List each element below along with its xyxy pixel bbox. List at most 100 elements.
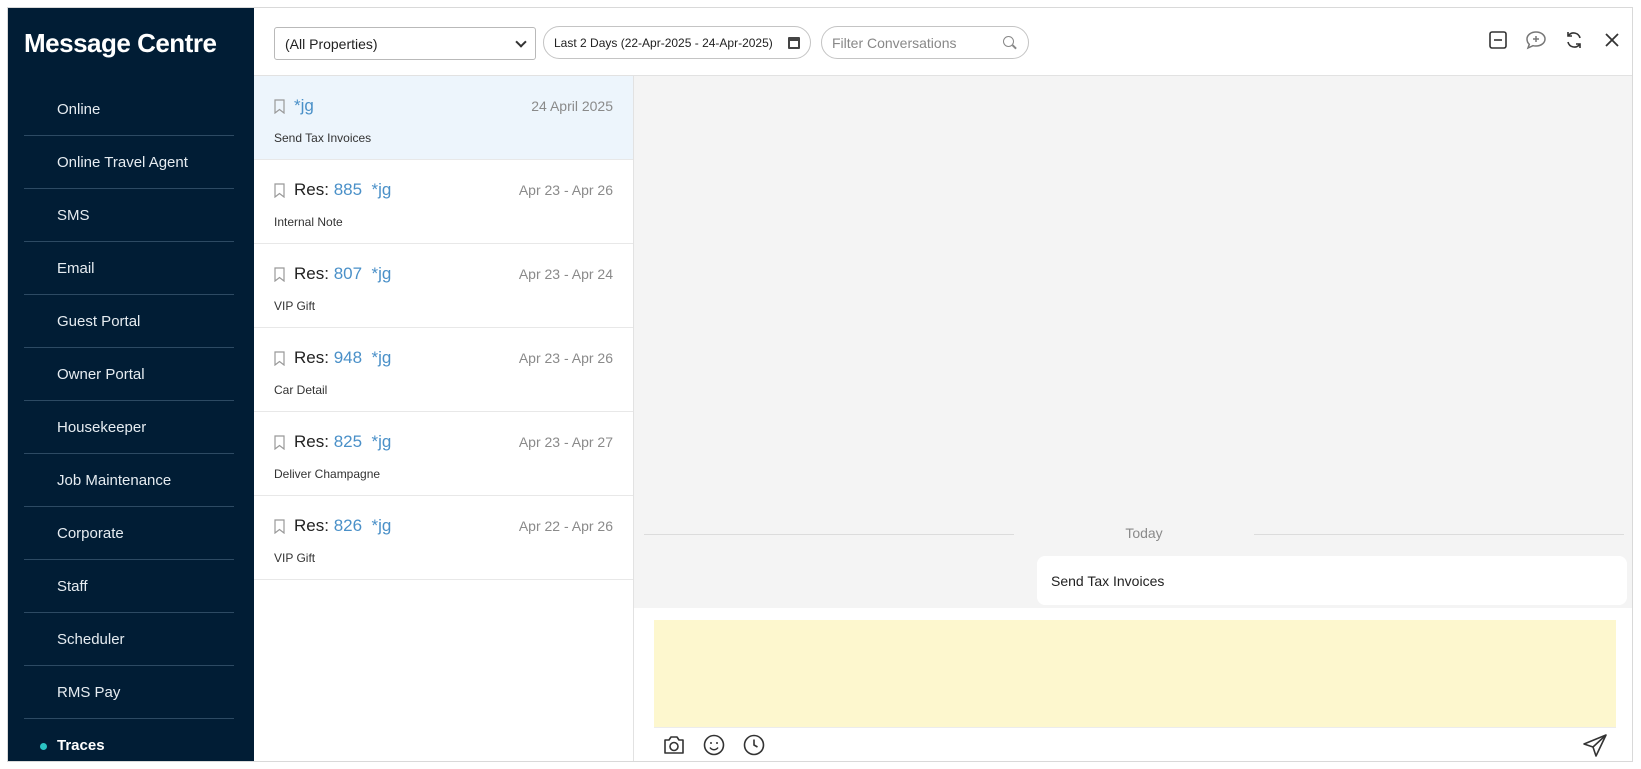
conversation-dates: Apr 23 - Apr 27: [518, 434, 613, 450]
sidebar: Message Centre Online Online Travel Agen…: [8, 8, 254, 761]
property-select[interactable]: (All Properties): [274, 27, 536, 60]
conversation-subject: VIP Gift: [274, 551, 316, 565]
sidebar-item-label: Guest Portal: [57, 312, 141, 330]
divider-line: [644, 534, 1014, 535]
sidebar-item-label: Traces: [57, 737, 105, 754]
conversation-subject: Internal Note: [274, 215, 343, 229]
sidebar-item-label: Online Travel Agent: [57, 153, 188, 171]
date-range-picker[interactable]: Last 2 Days (22-Apr-2025 - 24-Apr-2025): [543, 26, 811, 59]
conversation-item[interactable]: Res: 826 *jg Apr 22 - Apr 26 VIP Gift: [254, 496, 633, 580]
conversation-title: Res: 807 *jg: [294, 264, 391, 284]
conversation-title: Res: 885 *jg: [294, 180, 391, 200]
bookmark-icon[interactable]: [274, 519, 285, 534]
search-icon[interactable]: [1002, 35, 1018, 51]
sidebar-item-staff[interactable]: Staff: [24, 560, 234, 613]
sidebar-item-label: RMS Pay: [57, 683, 121, 701]
sidebar-item-label: SMS: [57, 206, 90, 224]
conversation-dates: Apr 23 - Apr 26: [518, 182, 613, 198]
chevron-down-icon: [515, 35, 527, 48]
sidebar-item-owner-portal[interactable]: Owner Portal: [24, 348, 234, 401]
close-icon[interactable]: [1600, 28, 1624, 52]
emoji-icon[interactable]: [702, 733, 726, 757]
sidebar-item-rms-pay[interactable]: RMS Pay: [24, 666, 234, 719]
reservation-number[interactable]: 807: [334, 264, 362, 283]
clock-icon[interactable]: [742, 733, 766, 757]
conversation-item[interactable]: Res: 885 *jg Apr 23 - Apr 26 Internal No…: [254, 160, 633, 244]
message-composer: [634, 608, 1632, 761]
sidebar-item-label: Online: [57, 100, 101, 118]
composer-tools: [662, 733, 766, 757]
conversation-item[interactable]: Res: 807 *jg Apr 23 - Apr 24 VIP Gift: [254, 244, 633, 328]
sidebar-item-job-maintenance[interactable]: Job Maintenance: [24, 454, 234, 507]
conversation-title: Res: 948 *jg: [294, 348, 391, 368]
reservation-number[interactable]: 885: [334, 180, 362, 199]
sidebar-item-label: Housekeeper: [57, 418, 147, 436]
composer-divider: [654, 727, 1616, 728]
chat-thread[interactable]: Today Send Tax Invoices: [634, 76, 1632, 608]
camera-icon[interactable]: [662, 733, 686, 757]
conversation-title: Res: 825 *jg: [294, 432, 391, 452]
reservation-number[interactable]: 948: [334, 348, 362, 367]
conversation-item[interactable]: Res: 948 *jg Apr 23 - Apr 26 Car Detail: [254, 328, 633, 412]
message-input[interactable]: [654, 620, 1616, 727]
sidebar-item-label: Corporate: [57, 524, 124, 542]
conversation-subject: Send Tax Invoices: [274, 131, 372, 145]
refresh-icon[interactable]: [1562, 28, 1586, 52]
conversation-subject: Deliver Champagne: [274, 467, 381, 481]
bookmark-icon[interactable]: [274, 267, 285, 282]
sidebar-item-label: Owner Portal: [57, 365, 145, 383]
sidebar-item-corporate[interactable]: Corporate: [24, 507, 234, 560]
sidebar-item-label: Job Maintenance: [57, 471, 172, 489]
sidebar-item-label: Scheduler: [57, 630, 125, 648]
filter-placeholder: Filter Conversations: [832, 34, 957, 51]
day-divider: Today: [644, 524, 1624, 544]
conversation-dates: Apr 23 - Apr 24: [518, 266, 613, 282]
conversation-title: Res: 826 *jg: [294, 516, 391, 536]
conversation-title: *jg: [294, 96, 314, 116]
sidebar-menu: Online Online Travel Agent SMS Email Gue…: [24, 83, 234, 761]
conversation-tag: *jg: [371, 516, 392, 535]
reservation-number[interactable]: 825: [334, 432, 362, 451]
send-icon[interactable]: [1582, 733, 1608, 759]
sidebar-item-guest-portal[interactable]: Guest Portal: [24, 295, 234, 348]
conversation-dates: 24 April 2025: [531, 98, 613, 114]
message-centre-window: Message Centre Online Online Travel Agen…: [7, 7, 1633, 762]
sidebar-item-email[interactable]: Email: [24, 242, 234, 295]
sidebar-item-label: Email: [57, 259, 95, 277]
bookmark-icon[interactable]: [274, 183, 285, 198]
conversation-tag: *jg: [371, 348, 392, 367]
sidebar-item-scheduler[interactable]: Scheduler: [24, 613, 234, 666]
date-range-value: Last 2 Days (22-Apr-2025 - 24-Apr-2025): [554, 35, 773, 50]
minimize-icon[interactable]: [1486, 28, 1510, 52]
sidebar-item-sms[interactable]: SMS: [24, 189, 234, 242]
bookmark-icon[interactable]: [274, 435, 285, 450]
sidebar-item-housekeeper[interactable]: Housekeeper: [24, 401, 234, 454]
conversation-item[interactable]: Res: 825 *jg Apr 23 - Apr 27 Deliver Cha…: [254, 412, 633, 496]
conversation-subject: Car Detail: [274, 383, 328, 397]
new-message-icon[interactable]: [1524, 28, 1548, 52]
res-prefix: Res:: [294, 348, 329, 367]
divider-line: [1254, 534, 1624, 535]
bookmark-icon[interactable]: [274, 99, 285, 114]
conversation-item[interactable]: *jg 24 April 2025 Send Tax Invoices: [254, 76, 633, 160]
conversation-subject: VIP Gift: [274, 299, 316, 313]
message-bubble: Send Tax Invoices: [1037, 556, 1627, 605]
toolbar: (All Properties) Last 2 Days (22-Apr-202…: [254, 8, 1632, 76]
sidebar-item-traces[interactable]: Traces: [24, 719, 234, 761]
conversation-tag: *jg: [371, 264, 392, 283]
filter-conversations-input[interactable]: Filter Conversations: [821, 26, 1029, 59]
window-tools: [1486, 28, 1624, 52]
app-title: Message Centre: [24, 28, 217, 58]
calendar-icon: [788, 36, 800, 49]
res-prefix: Res:: [294, 264, 329, 283]
conversation-tag: *jg: [371, 180, 392, 199]
bookmark-icon[interactable]: [274, 351, 285, 366]
sidebar-item-label: Staff: [57, 577, 88, 595]
reservation-number[interactable]: 826: [334, 516, 362, 535]
property-select-value: (All Properties): [285, 35, 378, 52]
conversation-tag: *jg: [371, 432, 392, 451]
res-prefix: Res:: [294, 180, 329, 199]
sidebar-item-online-travel-agent[interactable]: Online Travel Agent: [24, 136, 234, 189]
sidebar-item-online[interactable]: Online: [24, 83, 234, 136]
res-prefix: Res:: [294, 432, 329, 451]
